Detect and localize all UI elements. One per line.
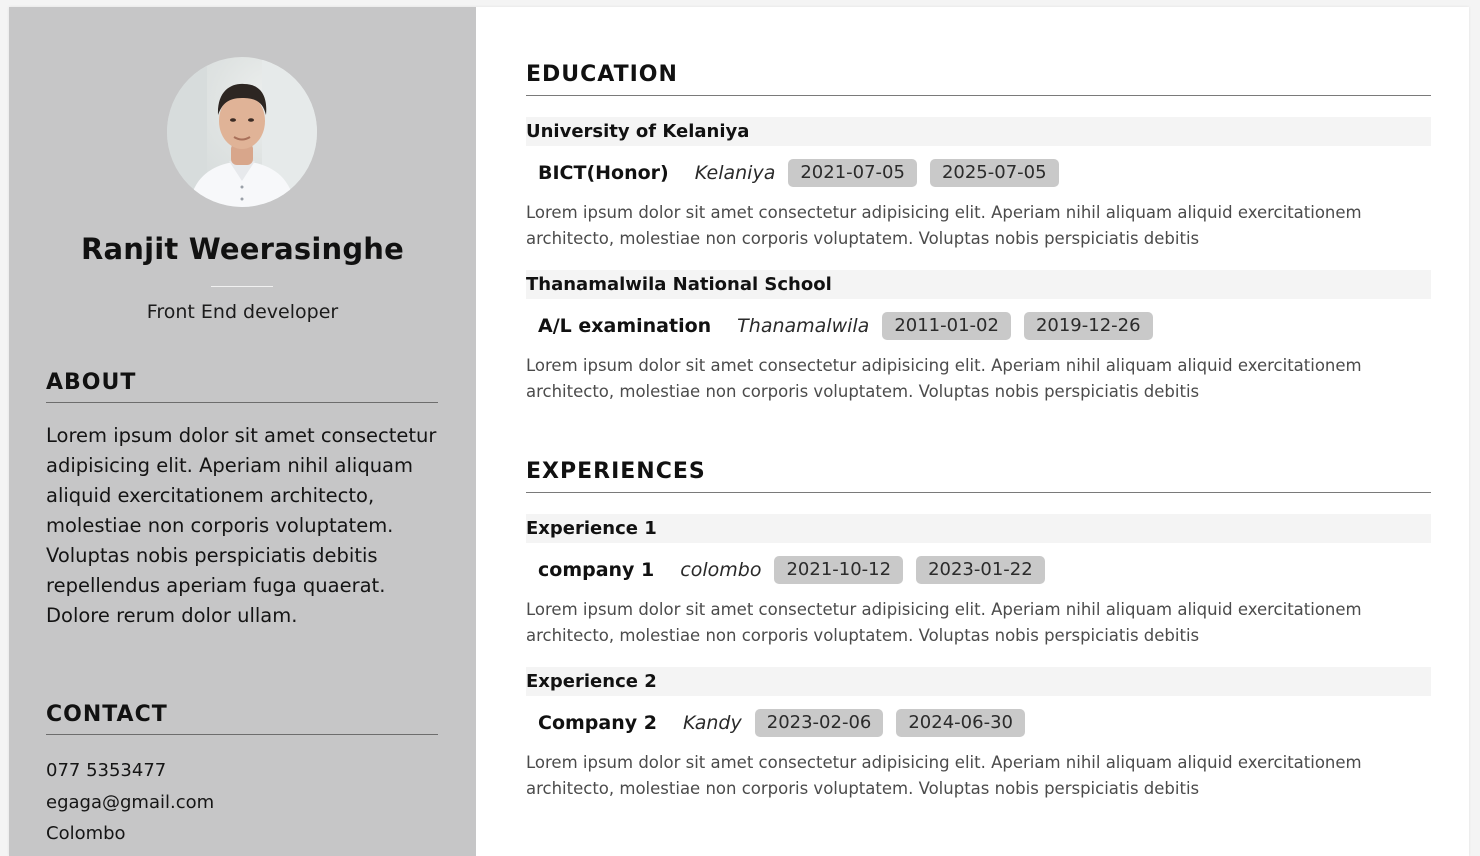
- main-content: EDUCATION University of Kelaniya BICT(Ho…: [476, 7, 1469, 856]
- start-date-badge: 2021-10-12: [774, 556, 904, 584]
- contact-heading: CONTACT: [46, 702, 438, 735]
- profile-role: Front End developer: [146, 301, 339, 323]
- experiences-section: EXPERIENCES Experience 1 company 1 colom…: [526, 459, 1431, 802]
- education-place: Thanamalwila: [737, 315, 870, 337]
- experiences-heading: EXPERIENCES: [526, 459, 1431, 493]
- experience-meta: Company 2 Kandy 2023-02-06 2024-06-30: [526, 709, 1431, 737]
- education-section: EDUCATION University of Kelaniya BICT(Ho…: [526, 62, 1431, 405]
- profile-name: Ranjit Weerasinghe: [80, 232, 405, 266]
- experience-description: Lorem ipsum dolor sit amet consectetur a…: [526, 600, 1362, 645]
- education-description: Lorem ipsum dolor sit amet consectetur a…: [526, 356, 1362, 401]
- education-institution: University of Kelaniya: [526, 117, 1431, 146]
- experience-description: Lorem ipsum dolor sit amet consectetur a…: [526, 753, 1362, 798]
- start-date-badge: 2021-07-05: [788, 159, 917, 187]
- experience-company: company 1: [538, 559, 655, 581]
- education-meta: A/L examination Thanamalwila 2011-01-02 …: [526, 312, 1431, 340]
- experience-company: Company 2: [538, 712, 657, 734]
- education-institution: Thanamalwila National School: [526, 270, 1431, 299]
- contact-list: 077 5353477 egaga@gmail.com Colombo: [46, 755, 214, 850]
- start-date-badge: 2023-02-06: [754, 709, 884, 737]
- experience-meta: company 1 colombo 2021-10-12 2023-01-22: [526, 556, 1431, 584]
- about-text: Lorem ipsum dolor sit amet consectetur a…: [46, 424, 437, 627]
- about-heading: ABOUT: [46, 370, 438, 403]
- contact-phone: 077 5353477: [46, 760, 167, 781]
- resume-page: Ranjit Weerasinghe Front End developer A…: [9, 7, 1469, 856]
- start-date-badge: 2011-01-02: [882, 312, 1011, 340]
- end-date-badge: 2025-07-05: [929, 159, 1059, 187]
- education-meta: BICT(Honor) Kelaniya 2021-07-05 2025-07-…: [526, 159, 1431, 187]
- name-divider: [211, 286, 273, 287]
- education-description: Lorem ipsum dolor sit amet consectetur a…: [526, 203, 1362, 248]
- experience-entry: Experience 2 Company 2 Kandy 2023-02-06 …: [526, 667, 1431, 802]
- education-entry: Thanamalwila National School A/L examina…: [526, 270, 1431, 405]
- experience-place: Kandy: [682, 712, 742, 734]
- experience-place: colombo: [680, 559, 762, 581]
- end-date-badge: 2019-12-26: [1023, 312, 1153, 340]
- experience-label: Experience 2: [526, 667, 1431, 696]
- sidebar: Ranjit Weerasinghe Front End developer A…: [9, 7, 476, 856]
- experience-entry: Experience 1 company 1 colombo 2021-10-1…: [526, 514, 1431, 649]
- contact-city: Colombo: [46, 823, 126, 844]
- end-date-badge: 2024-06-30: [896, 709, 1025, 737]
- education-heading: EDUCATION: [526, 62, 1431, 96]
- education-degree: A/L examination: [538, 315, 712, 337]
- profile-photo: [167, 57, 317, 207]
- end-date-badge: 2023-01-22: [916, 556, 1045, 584]
- contact-email: egaga@gmail.com: [46, 791, 215, 813]
- experience-label: Experience 1: [526, 514, 1431, 543]
- education-entry: University of Kelaniya BICT(Honor) Kelan…: [526, 117, 1431, 252]
- education-degree: BICT(Honor): [538, 162, 669, 184]
- education-place: Kelaniya: [694, 162, 776, 184]
